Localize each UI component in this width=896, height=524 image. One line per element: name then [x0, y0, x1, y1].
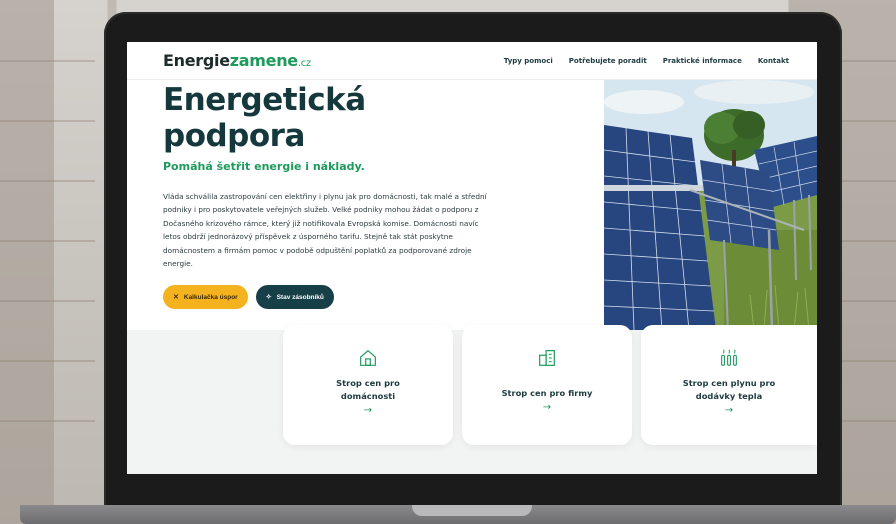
hero-buttons: ✕ Kalkulačka úspor ✧ Stav zásobníků — [163, 285, 508, 310]
logo-tld: .cz — [297, 58, 311, 69]
calculator-button-label: Kalkulačka úspor — [183, 293, 238, 301]
arrow-right-icon: → — [542, 402, 552, 413]
house-icon — [360, 349, 376, 366]
nav-kontakt[interactable]: Kontakt — [758, 57, 789, 65]
hero-subtitle: Pomáhá šetřit energie i náklady. — [163, 160, 365, 173]
nav-typy-pomoci[interactable]: Typy pomoci — [504, 57, 553, 65]
main-nav: Typy pomoci Potřebujete poradit Praktick… — [504, 57, 789, 65]
logo-energie: Energie — [163, 51, 230, 70]
storage-status-button-label: Stav zásobníků — [276, 293, 324, 301]
card-households-title: Strop cen pro domácnosti — [336, 378, 400, 401]
radiator-icon — [721, 349, 737, 366]
solar-panels-illustration — [604, 80, 817, 330]
laptop-notch — [412, 505, 532, 516]
solar-panels-image — [604, 80, 817, 330]
building-icon — [539, 350, 555, 366]
background-shelf-left — [0, 60, 95, 440]
hero-section: Energetická podpora Pomáhá šetřit energi… — [163, 82, 508, 310]
card-firms-title: Strop cen pro firmy — [501, 388, 593, 398]
arrow-right-icon: → — [363, 405, 373, 416]
card-firms[interactable]: Strop cen pro firmy → — [462, 325, 632, 445]
calculator-button[interactable]: ✕ Kalkulačka úspor — [163, 285, 248, 310]
site-header: Energiezamene.cz Typy pomoci Potřebujete… — [127, 42, 817, 80]
card-households[interactable]: Strop cen pro domácnosti → — [283, 325, 453, 445]
hero-title: Energetická podpora — [163, 82, 366, 154]
storage-status-button[interactable]: ✧ Stav zásobníků — [255, 285, 334, 310]
logo-zamene: zamene — [229, 51, 298, 70]
calculator-icon: ✕ — [173, 294, 179, 302]
nav-potrebujete-poradit[interactable]: Potřebujete poradit — [569, 57, 647, 65]
arrow-right-icon: → — [724, 405, 734, 416]
card-heating-gas[interactable]: Strop cen plynu pro dodávky tepla → — [641, 325, 817, 445]
hero-body-text: Vláda schválila zastropování cen elektři… — [163, 192, 487, 269]
card-heating-gas-title: Strop cen plynu pro dodávky tepla — [682, 378, 776, 401]
nav-prakticke-informace[interactable]: Praktické informace — [663, 57, 742, 65]
sparkle-icon: ✧ — [265, 294, 272, 302]
laptop-bezel-bottom — [127, 474, 817, 505]
site-logo[interactable]: Energiezamene.cz — [163, 51, 311, 70]
